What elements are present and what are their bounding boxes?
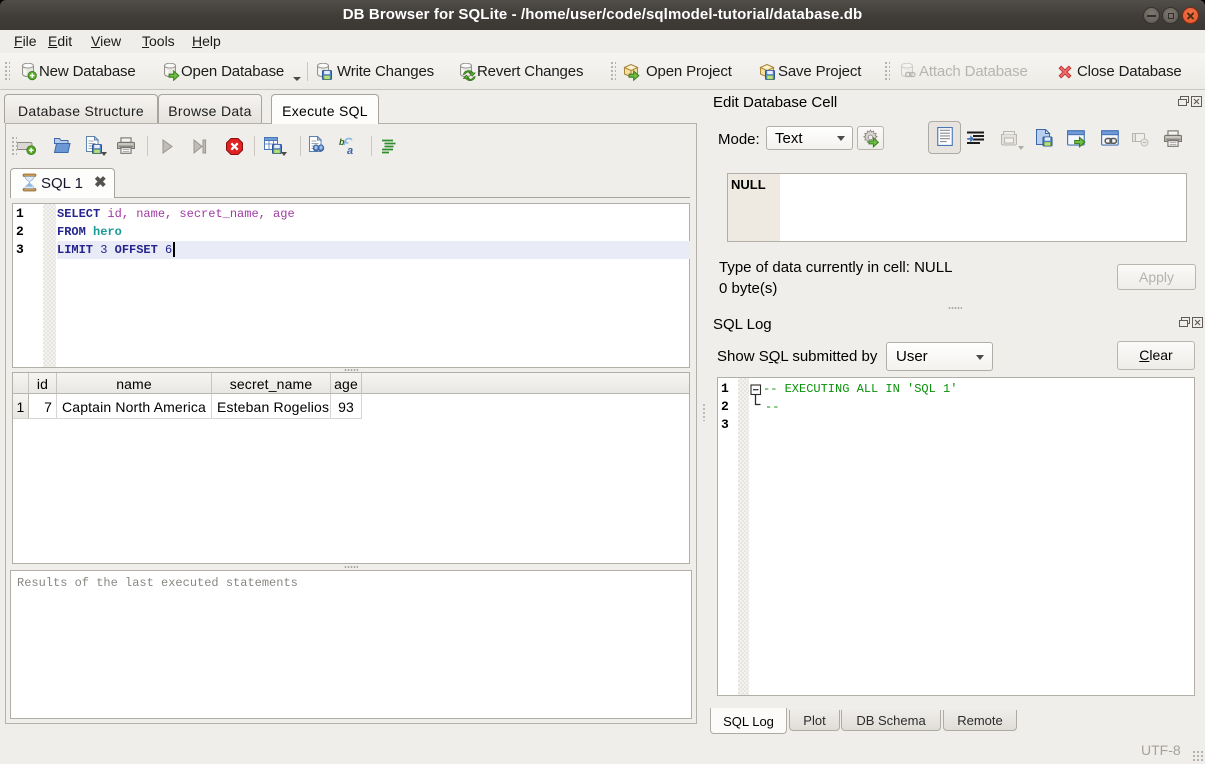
- svg-text:b: b: [339, 137, 345, 147]
- svg-text:a: a: [347, 145, 353, 156]
